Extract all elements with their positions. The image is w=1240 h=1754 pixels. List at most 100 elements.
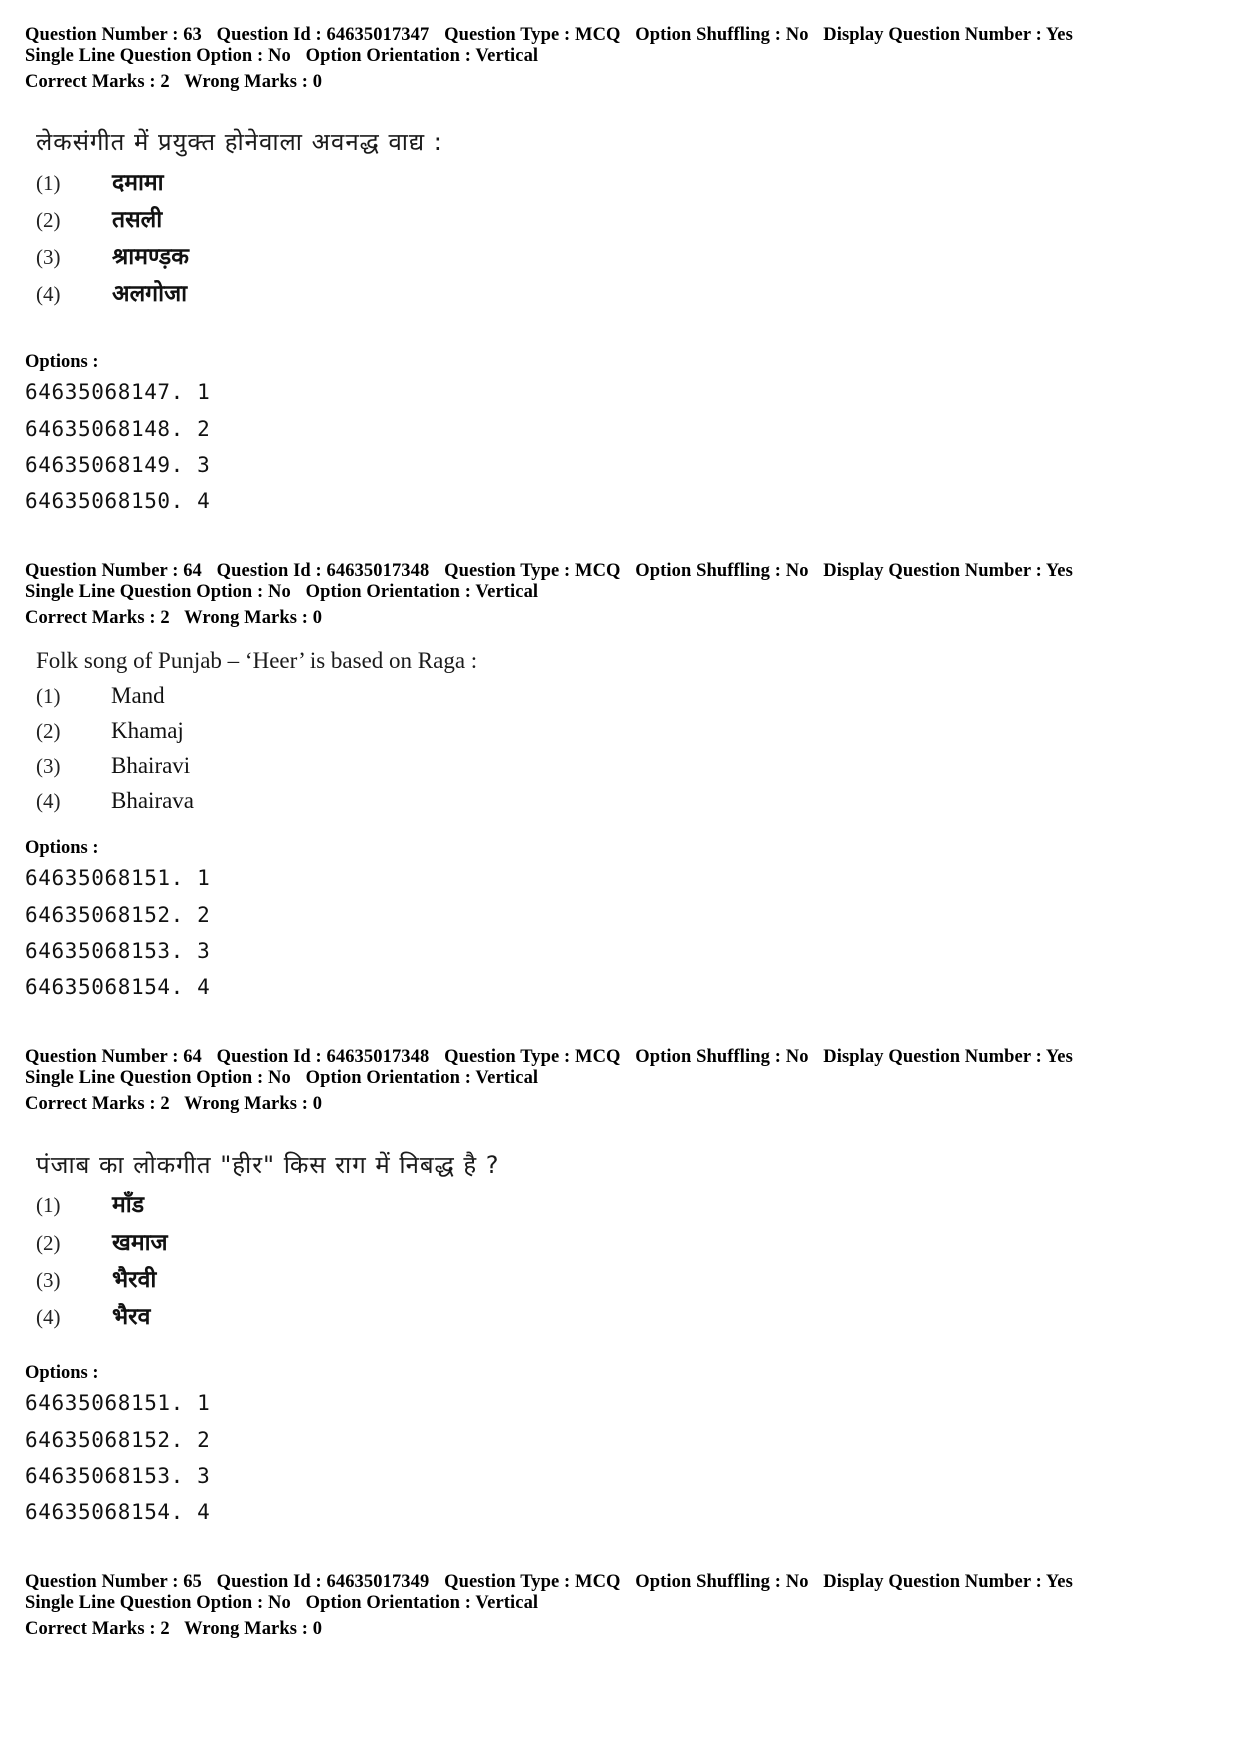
option-number: (3) [36,245,61,269]
question-text: Folk song of Punjab – ‘Heer’ is based on… [36,648,478,673]
correct-marks: Correct Marks : 2 [25,608,170,628]
question-65-header: Question Number : 65 Question Id : 64635… [25,1572,1225,1640]
answer-option: (2) खमाज [36,1225,168,1257]
question-type: Question Type : MCQ [444,561,621,581]
options-label: Options : [25,352,99,372]
option-orientation: Option Orientation : Vertical [305,46,539,66]
option-text: अलगोजा [112,281,188,307]
question-meta-line2: Single Line Question Option : No Option … [25,1068,1225,1089]
single-line-option: Single Line Question Option : No [25,46,291,66]
choice-id: 64635068151. 1 [25,866,211,890]
wrong-marks: Wrong Marks : 0 [184,608,323,628]
answer-option: (2) Khamaj [36,718,184,744]
answer-option: (3) भैरवी [36,1262,156,1294]
answer-option: (4) अलगोजा [36,276,187,308]
question-type: Question Type : MCQ [444,1047,621,1067]
choice-id: 64635068152. 2 [25,1428,211,1452]
question-id: Question Id : 64635017348 [216,1047,430,1067]
question-text: पंजाब का लोकगीत "हीर" किस राग में निबद्ध… [36,1151,500,1179]
display-question-number: Display Question Number : Yes [823,1572,1073,1592]
option-text: श्रामण्ड़क [112,244,189,270]
options-label: Options : [25,1363,99,1383]
choice-id: 64635068148. 2 [25,417,211,441]
answer-option: (4) Bhairava [36,788,194,814]
choice-id: 64635068150. 4 [25,489,211,513]
question-number: Question Number : 65 [25,1572,202,1592]
question-meta-line1: Question Number : 64 Question Id : 64635… [25,561,1225,582]
choice-id: 64635068149. 3 [25,453,211,477]
option-orientation: Option Orientation : Vertical [305,1068,539,1088]
question-63-header: Question Number : 63 Question Id : 64635… [25,25,1225,93]
option-shuffling: Option Shuffling : No [635,1572,809,1592]
question-meta-line1: Question Number : 65 Question Id : 64635… [25,1572,1225,1593]
display-question-number: Display Question Number : Yes [823,25,1073,45]
wrong-marks: Wrong Marks : 0 [184,72,323,92]
option-orientation: Option Orientation : Vertical [305,1593,539,1613]
answer-option: (1) दमामा [36,165,164,197]
correct-marks: Correct Marks : 2 [25,1094,170,1114]
option-text: Mand [111,683,165,708]
option-number: (2) [36,208,61,232]
options-label: Options : [25,838,99,858]
answer-option: (4) भैरव [36,1299,150,1331]
question-marks: Correct Marks : 2 Wrong Marks : 0 [25,1619,1225,1640]
answer-option: (3) श्रामण्ड़क [36,239,189,271]
question-id: Question Id : 64635017348 [216,561,430,581]
question-type: Question Type : MCQ [444,1572,621,1592]
choice-id: 64635068152. 2 [25,903,211,927]
single-line-option: Single Line Question Option : No [25,1593,291,1613]
question-meta-line2: Single Line Question Option : No Option … [25,582,1225,603]
option-shuffling: Option Shuffling : No [635,1047,809,1067]
display-question-number: Display Question Number : Yes [823,561,1073,581]
question-text: लेकसंगीत में प्रयुक्त होनेवाला अवनद्ध वा… [36,128,443,156]
answer-option: (1) Mand [36,683,165,709]
option-number: (2) [36,1231,61,1255]
wrong-marks: Wrong Marks : 0 [184,1094,323,1114]
question-meta-line1: Question Number : 64 Question Id : 64635… [25,1047,1225,1068]
display-question-number: Display Question Number : Yes [823,1047,1073,1067]
single-line-option: Single Line Question Option : No [25,582,291,602]
option-number: (3) [36,754,61,778]
question-64-header: Question Number : 64 Question Id : 64635… [25,561,1225,629]
single-line-option: Single Line Question Option : No [25,1068,291,1088]
choice-id: 64635068153. 3 [25,939,211,963]
option-number: (2) [36,719,61,743]
question-meta-line2: Single Line Question Option : No Option … [25,1593,1225,1614]
option-shuffling: Option Shuffling : No [635,561,809,581]
question-id: Question Id : 64635017349 [216,1572,430,1592]
option-text: माँड [112,1192,145,1218]
option-text: Bhairavi [111,753,191,778]
option-number: (3) [36,1268,61,1292]
question-number: Question Number : 64 [25,561,202,581]
choice-id: 64635068147. 1 [25,380,211,404]
option-text: खमाज [112,1230,168,1256]
question-meta-line2: Single Line Question Option : No Option … [25,46,1225,67]
choice-id: 64635068154. 4 [25,1500,211,1524]
question-64-hindi-header: Question Number : 64 Question Id : 64635… [25,1047,1225,1115]
option-text: तसली [112,207,163,233]
option-shuffling: Option Shuffling : No [635,25,809,45]
option-number: (4) [36,789,61,813]
question-number: Question Number : 63 [25,25,202,45]
question-type: Question Type : MCQ [444,25,621,45]
answer-option: (2) तसली [36,202,162,234]
question-marks: Correct Marks : 2 Wrong Marks : 0 [25,608,1225,629]
option-orientation: Option Orientation : Vertical [305,582,539,602]
wrong-marks: Wrong Marks : 0 [184,1619,323,1639]
question-number: Question Number : 64 [25,1047,202,1067]
option-text: Bhairava [111,788,195,813]
option-text: Khamaj [111,718,184,743]
correct-marks: Correct Marks : 2 [25,1619,170,1639]
answer-option: (1) माँड [36,1187,144,1219]
option-number: (1) [36,684,61,708]
option-number: (4) [36,1305,61,1329]
choice-id: 64635068151. 1 [25,1391,211,1415]
question-id: Question Id : 64635017347 [216,25,430,45]
correct-marks: Correct Marks : 2 [25,72,170,92]
question-marks: Correct Marks : 2 Wrong Marks : 0 [25,72,1225,93]
answer-option: (3) Bhairavi [36,753,190,779]
option-number: (1) [36,171,61,195]
question-marks: Correct Marks : 2 Wrong Marks : 0 [25,1094,1225,1115]
choice-id: 64635068153. 3 [25,1464,211,1488]
option-number: (4) [36,282,61,306]
